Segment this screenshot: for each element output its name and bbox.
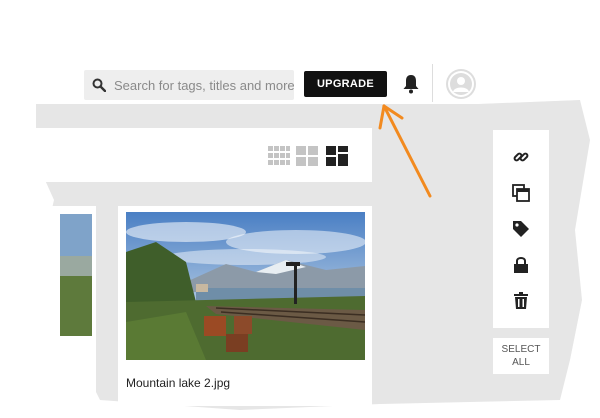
large-grid-icon[interactable]	[326, 146, 348, 166]
view-toolbar	[36, 128, 372, 182]
trash-icon[interactable]	[511, 291, 531, 311]
search-input[interactable]	[114, 77, 294, 93]
upgrade-button[interactable]: UPGRADE	[304, 71, 387, 97]
select-all-line1: SELECT	[501, 344, 541, 355]
mountain-lake-photo[interactable]	[126, 212, 365, 360]
search-bar[interactable]	[84, 70, 294, 100]
gallery-card-partial[interactable]	[0, 206, 96, 406]
medium-grid-icon[interactable]	[296, 146, 318, 166]
select-all-button[interactable]: SELECT ALL	[493, 338, 549, 374]
user-avatar-icon	[448, 71, 474, 97]
partial-photo	[0, 206, 92, 406]
small-grid-icon[interactable]	[268, 146, 290, 166]
user-avatar[interactable]	[446, 69, 476, 99]
search-icon	[92, 78, 106, 92]
copy-icon[interactable]	[511, 183, 531, 203]
photo-caption: Mountain lake 2.jpg	[126, 376, 231, 390]
bell-icon[interactable]	[402, 74, 420, 94]
app-screenshot: UPGRADE	[0, 0, 600, 418]
lock-icon[interactable]	[511, 255, 531, 275]
tag-icon[interactable]	[511, 219, 531, 239]
header-divider	[432, 64, 433, 102]
select-all-line2: ALL	[512, 357, 530, 368]
link-icon[interactable]	[511, 147, 531, 167]
